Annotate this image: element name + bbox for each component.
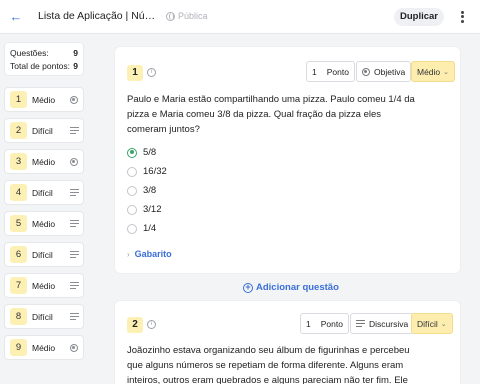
points-label: Ponto xyxy=(326,66,349,77)
plus-circle-icon: + xyxy=(243,282,253,293)
top-bar: ← Lista de Aplicação | Númer... Pública … xyxy=(0,0,480,34)
total-points-value: 9 xyxy=(73,61,78,71)
option-2[interactable]: 16/32 xyxy=(127,166,167,177)
sidebar-question-8[interactable]: 8 Difícil xyxy=(4,304,84,329)
question-type-label: Discursiva xyxy=(369,318,409,329)
duplicate-button[interactable]: Duplicar xyxy=(394,8,444,26)
points-label: Ponto xyxy=(320,318,343,329)
question-difficulty: Difícil xyxy=(32,187,53,198)
total-points-label: Total de pontos: xyxy=(10,61,71,71)
radio-icon[interactable] xyxy=(127,204,137,215)
question-difficulty: Médio xyxy=(32,156,56,167)
multiple-choice-icon xyxy=(70,95,78,104)
question-difficulty: Médio xyxy=(32,218,56,229)
chevron-down-icon: ⌄ xyxy=(440,320,447,328)
text-lines-icon xyxy=(70,312,79,321)
question-number: 3 xyxy=(10,153,27,170)
visibility-status[interactable]: Pública xyxy=(166,11,208,21)
option-1[interactable]: 5/8 xyxy=(127,147,156,158)
option-label: 5/8 xyxy=(143,147,157,158)
text-lines-icon xyxy=(70,250,79,259)
question-card-2: 2 i 1 Ponto Discursiva Difícil ⌄ Joãozin… xyxy=(114,300,461,384)
question-number-badge: 2 xyxy=(127,317,143,333)
add-question-label: Adicionar questão xyxy=(256,282,339,293)
points-field[interactable]: 1 Ponto xyxy=(306,61,355,82)
page-title: Lista de Aplicação | Númer... xyxy=(38,10,160,22)
question-difficulty: Difícil xyxy=(32,311,53,322)
text-lines-icon xyxy=(70,188,79,197)
sidebar-question-5[interactable]: 5 Médio xyxy=(4,211,84,236)
question-card-1: 1 i 1 Ponto Objetiva Médio ⌄ Paulo e Mar… xyxy=(114,46,461,274)
back-arrow-icon[interactable]: ← xyxy=(8,9,24,25)
question-text: Joãozinho estava organizando seu álbum d… xyxy=(127,345,410,384)
question-difficulty: Médio xyxy=(32,94,56,105)
option-label: 1/4 xyxy=(143,223,157,234)
radio-icon[interactable] xyxy=(127,185,137,196)
summary-box: Questões: 9 Total de pontos: 9 xyxy=(4,42,84,76)
text-lines-icon xyxy=(70,281,79,290)
points-field[interactable]: 1 Ponto xyxy=(300,313,349,334)
text-lines-icon xyxy=(70,219,79,228)
question-difficulty: Médio xyxy=(32,280,56,291)
question-number: 6 xyxy=(10,246,27,263)
multiple-choice-icon xyxy=(362,67,370,76)
radio-selected-icon[interactable] xyxy=(127,147,137,158)
question-text: Paulo e Maria estão compartilhando uma p… xyxy=(127,94,415,135)
question-number: 1 xyxy=(10,91,27,108)
question-number-badge: 1 xyxy=(127,65,143,81)
chevron-down-icon: ⌄ xyxy=(443,68,450,76)
question-difficulty: Médio xyxy=(32,342,56,353)
more-options-icon[interactable] xyxy=(455,9,469,25)
option-label: 3/12 xyxy=(143,204,162,215)
sidebar-question-3[interactable]: 3 Médio xyxy=(4,149,84,174)
text-lines-icon xyxy=(70,126,79,135)
points-value: 1 xyxy=(312,66,317,77)
answer-key-label: Gabarito xyxy=(134,249,172,259)
questions-count-value: 9 xyxy=(73,48,78,58)
question-difficulty: Difícil xyxy=(32,249,53,260)
multiple-choice-icon xyxy=(70,157,78,166)
sidebar-question-6[interactable]: 6 Difícil xyxy=(4,242,84,267)
radio-icon[interactable] xyxy=(127,223,137,234)
difficulty-label: Difícil xyxy=(417,318,438,329)
sidebar-question-2[interactable]: 2 Difícil xyxy=(4,118,84,143)
question-type-select[interactable]: Discursiva xyxy=(350,313,415,334)
sidebar-question-1[interactable]: 1 Médio xyxy=(4,87,84,112)
question-number: 5 xyxy=(10,215,27,232)
text-lines-icon xyxy=(356,320,365,327)
questions-count-label: Questões: xyxy=(10,48,49,58)
question-number: 2 xyxy=(10,122,27,139)
sidebar-question-4[interactable]: 4 Difícil xyxy=(4,180,84,205)
points-value: 1 xyxy=(306,318,311,329)
question-number: 4 xyxy=(10,184,27,201)
radio-icon[interactable] xyxy=(127,166,137,177)
info-icon[interactable]: i xyxy=(147,320,156,329)
option-label: 16/32 xyxy=(143,166,167,177)
sidebar-question-9[interactable]: 9 Médio xyxy=(4,335,84,360)
question-number: 9 xyxy=(10,339,27,356)
question-type-select[interactable]: Objetiva xyxy=(356,61,412,82)
difficulty-select[interactable]: Médio ⌄ xyxy=(411,61,456,82)
option-3[interactable]: 3/8 xyxy=(127,185,156,196)
option-5[interactable]: 1/4 xyxy=(127,223,156,234)
question-number: 7 xyxy=(10,277,27,294)
question-number: 8 xyxy=(10,308,27,325)
option-label: 3/8 xyxy=(143,185,157,196)
globe-icon xyxy=(166,11,175,21)
chevron-right-icon: › xyxy=(127,249,130,259)
visibility-label: Pública xyxy=(178,11,208,21)
difficulty-label: Médio xyxy=(417,66,441,77)
difficulty-select[interactable]: Difícil ⌄ xyxy=(411,313,453,334)
question-type-label: Objetiva xyxy=(374,66,406,77)
answer-key-toggle[interactable]: › Gabarito xyxy=(127,249,172,259)
info-icon[interactable]: i xyxy=(147,68,156,77)
add-question-button[interactable]: + Adicionar questão xyxy=(243,282,339,293)
option-4[interactable]: 3/12 xyxy=(127,204,162,215)
sidebar-question-7[interactable]: 7 Médio xyxy=(4,273,84,298)
question-difficulty: Difícil xyxy=(32,125,53,136)
multiple-choice-icon xyxy=(70,343,78,352)
